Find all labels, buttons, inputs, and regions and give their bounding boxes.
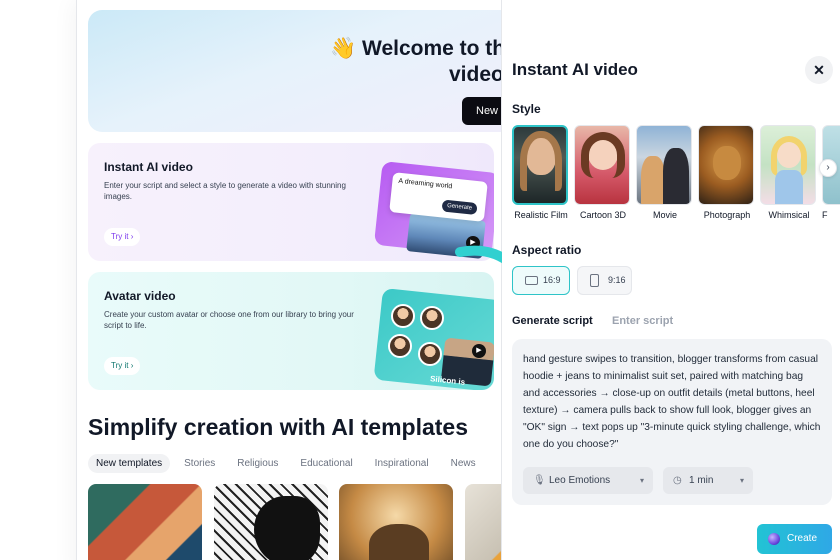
style-thumbnail [512,125,568,205]
movie-figure [663,148,689,204]
tab-educational[interactable]: Educational [292,454,360,473]
style-option-realistic-film[interactable]: Realistic Film [512,125,570,220]
style-label: Style [512,102,541,116]
style-label-text: F [822,210,828,220]
tab-religious[interactable]: Religious [229,454,286,473]
duration-value: 1 min [689,475,714,486]
portrait-icon [590,274,599,287]
create-orb-icon [768,533,780,545]
style-thumbnail [574,125,630,205]
card-description: Enter your script and select a style to … [104,181,346,201]
chevron-down-icon: ▾ [639,476,644,485]
card-title: Instant AI video [104,160,193,174]
tab-new-templates[interactable]: New templates [88,454,171,473]
try-it-label: Try it [111,361,129,370]
carousel-next-button[interactable]: › [819,159,837,177]
try-it-button[interactable]: Try it › [104,357,141,375]
style-label-text: Cartoon 3D [579,210,627,220]
templates-title: Simplify creation with AI templates [88,414,469,440]
play-icon: ▶ [466,236,480,250]
generate-chip: Generate [441,199,478,216]
whimsical-dress [775,170,803,204]
bear-shape [369,524,429,560]
app-screen: 👋 Welcome to the video m New proj Instan… [0,0,840,560]
script-text[interactable]: hand gesture swipes to transition, blogg… [523,351,821,453]
home-page: 👋 Welcome to the video m New proj Instan… [76,0,502,560]
tab-stories[interactable]: Stories [176,454,223,473]
avatar-face [388,334,412,358]
portrait-hair [520,131,562,191]
tab-enter-script[interactable]: Enter script [612,315,673,327]
new-project-button[interactable]: New proj [462,97,501,125]
ratio-label: 9:16 [608,275,626,285]
style-thumbnail [698,125,754,205]
close-button[interactable]: ✕ [805,56,833,84]
style-thumbnail [760,125,816,205]
style-option-movie[interactable]: Movie [636,125,694,220]
style-label-text: Photograph [703,210,751,220]
template-thumbnail[interactable] [339,484,453,560]
chevron-right-icon: › [826,162,830,173]
avatar-face [418,342,442,366]
voice-icon: 🎙 [533,475,546,486]
voice-value: Leo Emotions [549,475,611,486]
ratio-option-9-16[interactable]: 9:16 [577,266,632,295]
welcome-title: 👋 Welcome to the [330,36,502,62]
prompt-text: A dreaming world [398,177,453,191]
close-icon: ✕ [813,62,825,78]
style-label-text: Realistic Film [514,210,568,220]
card-description: Create your custom avatar or choose one … [104,310,354,330]
style-thumbnail [636,125,692,205]
style-carousel: Realistic Film Cartoon 3D Movie Photogra… [510,125,840,225]
style-label-text: Movie [652,210,677,220]
welcome-banner: 👋 Welcome to the video m New proj [88,10,502,132]
tab-inspirational[interactable]: Inspirational [367,454,437,473]
tab-generate-script[interactable]: Generate script [512,315,593,327]
welcome-title-line1: Welcome to the [362,37,502,60]
template-tabs: New templates Stories Religious Educatio… [88,454,484,473]
instant-ai-video-card[interactable]: Instant AI video Enter your script and s… [88,143,494,261]
voice-dropdown[interactable]: 🎙 Leo Emotions ▾ [523,467,653,494]
template-thumbnails [88,484,501,560]
landscape-icon [525,276,538,285]
wave-emoji: 👋 [330,37,357,60]
duration-dropdown[interactable]: ◷ 1 min ▾ [663,467,753,494]
script-editor[interactable]: hand gesture swipes to transition, blogg… [512,339,832,505]
avatar-video-card[interactable]: Avatar video Create your custom avatar o… [88,272,494,390]
chevron-down-icon: ▾ [739,476,744,485]
template-thumbnail[interactable] [88,484,202,560]
ratio-label: 16:9 [543,275,561,285]
style-option-cartoon-3d[interactable]: Cartoon 3D [574,125,632,220]
create-button[interactable]: Create [757,524,832,554]
try-it-button[interactable]: Try it › [104,228,141,246]
card-title: Avatar video [104,289,176,303]
tab-news[interactable]: News [443,454,484,473]
try-it-label: Try it [111,232,129,241]
movie-figure [641,156,665,204]
ratio-option-16-9[interactable]: 16:9 [512,266,570,295]
chevron-right-icon: › [130,361,134,370]
aspect-ratio-label: Aspect ratio [512,243,582,257]
cartoon-hair [581,132,625,178]
instant-ai-video-panel: Instant AI video ✕ Style Realistic Film … [502,0,840,560]
style-option-photograph[interactable]: Photograph [698,125,756,220]
style-label-text: Whimsical [768,210,810,220]
template-thumbnail[interactable] [465,484,501,560]
template-thumbnail[interactable] [214,484,328,560]
lion-face [713,146,741,180]
style-option-whimsical[interactable]: Whimsical [760,125,818,220]
panel-title: Instant AI video [512,60,638,79]
play-icon: ▶ [472,344,486,358]
chevron-right-icon: › [130,232,134,241]
avatar-face [420,306,444,330]
clock-icon: ◷ [673,475,682,486]
avatar-face [391,304,415,328]
create-label: Create [787,533,818,544]
welcome-title-line2: video m [449,63,502,86]
orca-shape [254,496,320,560]
